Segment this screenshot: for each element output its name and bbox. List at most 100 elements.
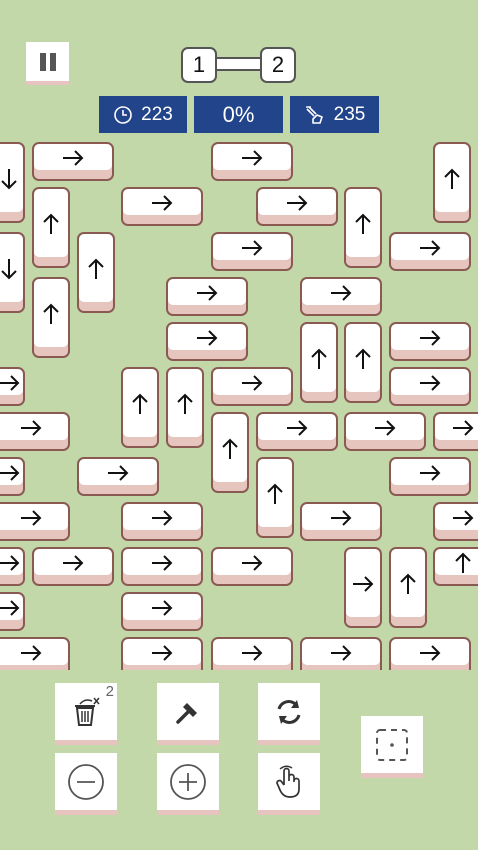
arrow-right-icon <box>331 510 352 526</box>
arrow-tile[interactable] <box>433 412 478 451</box>
arrow-tile[interactable] <box>344 187 382 268</box>
hammer-button[interactable] <box>157 683 219 745</box>
arrow-tile[interactable] <box>0 412 70 451</box>
arrow-up-icon <box>43 303 59 324</box>
refresh-icon <box>277 699 301 724</box>
arrow-down-icon <box>0 259 17 280</box>
arrow-right-icon <box>242 555 263 571</box>
arrow-up-icon <box>222 438 238 459</box>
arrow-up-icon <box>444 168 460 189</box>
trash-remove-icon <box>75 697 100 726</box>
zoom-in-button[interactable] <box>157 753 219 815</box>
arrow-right-icon <box>287 420 308 436</box>
arrow-tile[interactable] <box>389 547 427 628</box>
arrow-tile[interactable] <box>32 277 70 358</box>
arrow-tile[interactable] <box>300 502 382 541</box>
arrow-tile[interactable] <box>211 232 293 271</box>
arrow-tile[interactable] <box>211 637 293 670</box>
arrow-right-icon <box>152 555 173 571</box>
arrow-tile[interactable] <box>121 547 203 586</box>
pause-button[interactable] <box>26 42 69 85</box>
arrow-tile[interactable] <box>389 637 471 670</box>
arrow-right-icon <box>0 465 19 481</box>
current-level: 1 <box>181 47 217 83</box>
arrow-right-icon <box>242 240 263 256</box>
arrow-up-icon <box>132 393 148 414</box>
arrow-tile[interactable] <box>0 637 70 670</box>
arrow-tile[interactable] <box>433 502 478 541</box>
arrow-tile[interactable] <box>166 367 204 448</box>
arrow-tile[interactable] <box>389 457 471 496</box>
arrow-tile[interactable] <box>211 142 293 181</box>
arrow-tile[interactable] <box>0 457 25 496</box>
trash-remove-button[interactable]: 2 <box>55 683 117 745</box>
arrow-right-icon <box>420 330 441 346</box>
arrow-up-icon <box>177 393 193 414</box>
arrow-right-icon <box>331 645 352 661</box>
arrow-right-icon <box>353 576 374 592</box>
arrow-right-icon <box>152 600 173 616</box>
arrow-tile[interactable] <box>32 142 114 181</box>
arrow-right-icon <box>453 510 474 526</box>
arrow-tile[interactable] <box>121 592 203 631</box>
moves-stat: 235 <box>290 96 379 133</box>
clock-icon <box>114 105 132 124</box>
arrow-tile[interactable] <box>166 322 248 361</box>
arrow-up-icon <box>455 552 471 573</box>
select-area-button[interactable] <box>361 716 423 778</box>
arrow-right-icon <box>420 645 441 661</box>
next-level: 2 <box>260 47 296 83</box>
zoom-out-button[interactable] <box>55 753 117 815</box>
arrow-up-icon <box>43 213 59 234</box>
arrow-tile[interactable] <box>300 277 382 316</box>
arrow-tile[interactable] <box>0 547 25 586</box>
arrow-tile[interactable] <box>389 322 471 361</box>
arrow-tile[interactable] <box>344 547 382 628</box>
arrow-tile[interactable] <box>166 277 248 316</box>
arrow-tile[interactable] <box>121 187 203 226</box>
arrow-tile[interactable] <box>32 547 114 586</box>
arrow-tile[interactable] <box>300 637 382 670</box>
arrow-tile[interactable] <box>77 232 115 313</box>
hand-tap-button[interactable] <box>258 753 320 815</box>
arrow-tile[interactable] <box>211 547 293 586</box>
arrow-tile[interactable] <box>389 232 471 271</box>
arrow-tile[interactable] <box>211 412 249 493</box>
arrow-right-icon <box>420 375 441 391</box>
arrow-tile[interactable] <box>256 412 338 451</box>
arrow-tile[interactable] <box>344 322 382 403</box>
arrow-tile[interactable] <box>0 592 25 631</box>
arrow-tile[interactable] <box>0 142 25 223</box>
arrow-right-icon <box>152 510 173 526</box>
arrow-tile[interactable] <box>0 367 25 406</box>
arrow-up-icon <box>355 348 371 369</box>
arrow-right-icon <box>63 150 84 166</box>
arrow-tile[interactable] <box>389 367 471 406</box>
arrow-right-icon <box>152 195 173 211</box>
hand-swipe-icon <box>305 105 323 124</box>
arrow-tile[interactable] <box>433 142 471 223</box>
arrow-tile[interactable] <box>77 457 159 496</box>
arrow-right-icon <box>242 375 263 391</box>
arrow-tile[interactable] <box>300 322 338 403</box>
hand-tap-icon <box>276 765 300 798</box>
arrow-right-icon <box>197 285 218 301</box>
arrow-tile[interactable] <box>344 412 426 451</box>
refresh-button[interactable] <box>258 683 320 745</box>
arrow-tile[interactable] <box>0 232 25 313</box>
arrow-up-icon <box>88 258 104 279</box>
level-indicator: 1 2 <box>181 47 296 83</box>
arrow-tile[interactable] <box>256 457 294 538</box>
arrow-tile[interactable] <box>121 502 203 541</box>
arrow-tile[interactable] <box>211 367 293 406</box>
arrow-tile[interactable] <box>121 367 159 448</box>
arrow-right-icon <box>375 420 396 436</box>
arrow-tile[interactable] <box>433 547 478 586</box>
arrow-tile[interactable] <box>121 637 203 670</box>
arrow-tile[interactable] <box>0 502 70 541</box>
zoom-out-icon <box>68 763 104 800</box>
arrow-tile[interactable] <box>32 187 70 268</box>
arrow-right-icon <box>420 240 441 256</box>
arrow-tile[interactable] <box>256 187 338 226</box>
arrow-up-icon <box>311 348 327 369</box>
